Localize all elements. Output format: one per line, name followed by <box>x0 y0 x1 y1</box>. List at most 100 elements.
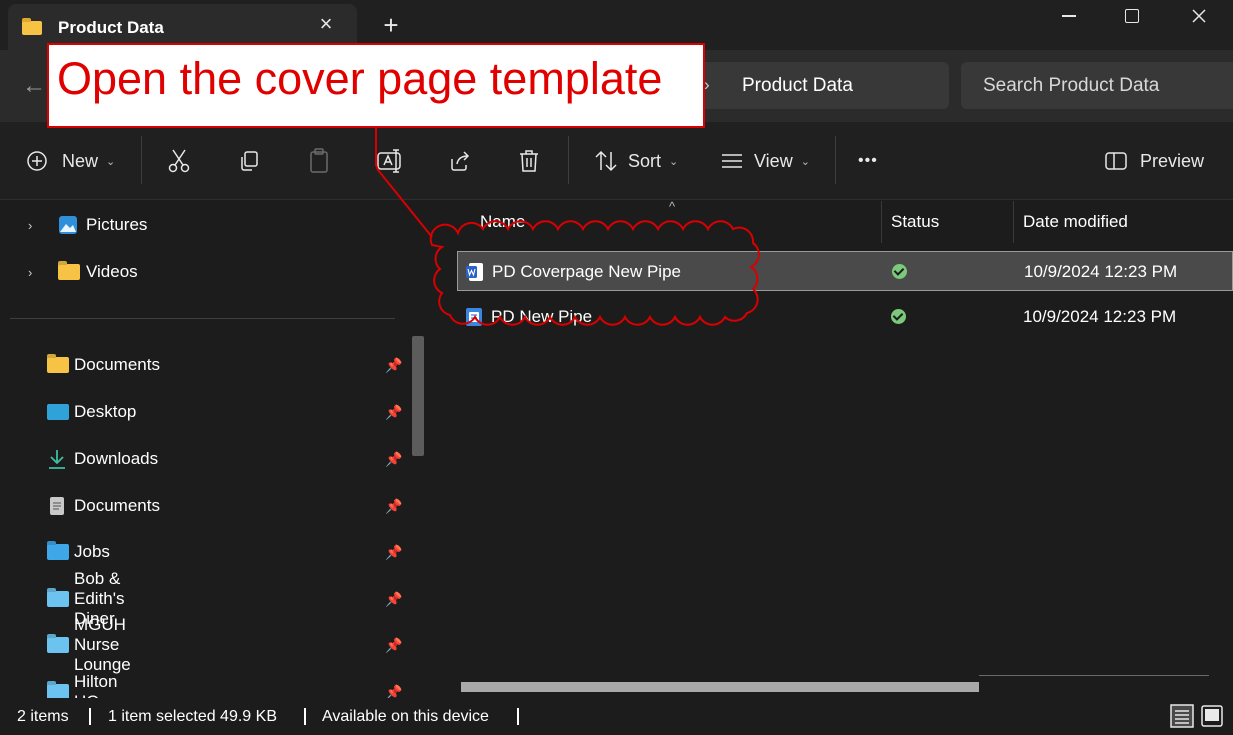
large-icons-view-icon[interactable] <box>1200 704 1224 728</box>
column-header-label: Date modified <box>1023 212 1128 231</box>
word-document-icon <box>466 263 483 281</box>
plus-circle-icon <box>27 151 47 171</box>
column-header-label: Status <box>891 212 940 231</box>
file-date: 10/9/2024 12:23 PM <box>1024 262 1178 281</box>
annotation-callout: Open the cover page template <box>47 43 705 128</box>
pin-icon[interactable]: 📌 <box>385 451 402 468</box>
pin-icon[interactable]: 📌 <box>385 404 402 421</box>
minimize-icon <box>1062 15 1076 17</box>
document-icon <box>466 308 482 326</box>
file-name: PD Coverpage New Pipe <box>492 262 681 281</box>
list-view-icon <box>722 154 742 168</box>
desktop-icon <box>47 404 69 420</box>
scissors-icon <box>168 149 190 173</box>
column-header-name[interactable]: Name <box>480 201 525 243</box>
videos-folder-icon <box>58 264 80 280</box>
rename-icon <box>377 149 401 173</box>
folder-icon <box>47 591 69 607</box>
sort-label: Sort <box>628 150 662 171</box>
sidebar-divider <box>10 318 395 319</box>
selection-info: 1 item selected 49.9 KB <box>108 708 277 725</box>
preview-pane-button[interactable]: Preview <box>1104 144 1204 178</box>
pin-icon[interactable]: 📌 <box>385 637 402 654</box>
column-header-date-modified[interactable]: Date modified <box>1023 201 1128 243</box>
item-count: 2 items <box>17 708 69 725</box>
sidebar-item-label: Jobs <box>74 542 110 561</box>
trash-icon <box>520 150 538 172</box>
breadcrumb[interactable]: › Product Data <box>690 62 949 109</box>
sidebar-item-label: Desktop <box>74 402 137 421</box>
copy-icon <box>241 151 258 171</box>
available-status-icon <box>891 309 906 324</box>
pin-icon[interactable]: 📌 <box>385 357 402 374</box>
share-button[interactable] <box>448 144 472 178</box>
folder-icon <box>22 18 42 35</box>
view-button[interactable]: View ⌄ <box>720 144 810 178</box>
sidebar-item-label: MGUH Nurse Lounge <box>74 615 131 674</box>
copy-button[interactable] <box>238 144 260 178</box>
column-divider[interactable] <box>1013 201 1014 243</box>
pin-icon[interactable]: 📌 <box>385 544 402 561</box>
navigation-pane: › Pictures › Videos Documents 📌 Desktop … <box>0 201 433 711</box>
more-options-button[interactable]: ••• <box>858 144 878 178</box>
search-input[interactable] <box>961 62 1233 109</box>
sidebar-item-label: Downloads <box>74 449 159 468</box>
new-button[interactable]: New ⌄ <box>26 144 115 178</box>
folder-icon <box>47 637 69 653</box>
command-bar: New ⌄ Sort ⌄ View ⌄ ••• Preview <box>0 122 1233 200</box>
sidebar-item-label: Documents <box>74 355 160 374</box>
status-separator <box>89 708 91 725</box>
view-label: View <box>754 150 793 171</box>
status-separator <box>304 708 306 725</box>
pin-icon[interactable]: 📌 <box>385 498 402 515</box>
chevron-down-icon: ⌄ <box>800 155 810 168</box>
breadcrumb-current-folder[interactable]: Product Data <box>742 75 853 97</box>
file-date: 10/9/2024 12:23 PM <box>1023 307 1177 326</box>
sidebar-scrollbar[interactable] <box>412 336 424 456</box>
pin-icon[interactable]: 📌 <box>385 591 402 608</box>
more-icon: ••• <box>858 152 878 169</box>
annotation-callout-text: Open the cover page template <box>57 53 663 104</box>
column-header-label: Name <box>480 212 526 231</box>
available-status-icon <box>892 264 907 279</box>
chevron-down-icon: ⌄ <box>106 155 116 168</box>
horizontal-scrollbar[interactable] <box>461 682 979 692</box>
chevron-right-icon[interactable]: › <box>28 218 32 233</box>
availability-status: Available on this device <box>322 708 489 725</box>
new-label: New <box>62 150 99 171</box>
close-icon <box>1192 9 1206 23</box>
delete-button[interactable] <box>518 144 540 178</box>
rename-button[interactable] <box>376 144 404 178</box>
preview-pane-icon <box>1105 152 1127 170</box>
scrollbar-track <box>979 675 1209 676</box>
maximize-button[interactable] <box>1098 0 1166 32</box>
toolbar-divider <box>835 136 836 184</box>
column-header-status[interactable]: Status <box>891 201 939 243</box>
maximize-icon <box>1125 9 1139 23</box>
close-tab-button[interactable]: × <box>314 12 338 36</box>
table-row[interactable]: PD New Pipe 10/9/2024 12:23 PM <box>457 297 1233 337</box>
cut-button[interactable] <box>168 144 190 178</box>
table-row[interactable]: PD Coverpage New Pipe 10/9/2024 12:23 PM <box>457 251 1233 291</box>
sort-button[interactable]: Sort ⌄ <box>594 144 678 178</box>
sidebar-item-label: Documents <box>74 496 160 515</box>
close-window-button[interactable] <box>1165 0 1233 32</box>
details-view-icon[interactable] <box>1170 704 1194 728</box>
column-divider[interactable] <box>881 201 882 243</box>
toolbar-divider <box>568 136 569 184</box>
sort-ascending-icon: ^ <box>669 199 676 214</box>
file-name: PD New Pipe <box>491 307 593 326</box>
minimize-button[interactable] <box>1035 0 1103 32</box>
search-box[interactable] <box>961 62 1233 109</box>
preview-label: Preview <box>1140 150 1205 171</box>
new-tab-button[interactable]: + <box>378 12 404 38</box>
sidebar-item-label: Videos <box>86 262 138 281</box>
toolbar-divider <box>141 136 142 184</box>
paste-button[interactable] <box>308 144 330 178</box>
status-bar: 2 items 1 item selected 49.9 KB Availabl… <box>0 698 1233 735</box>
chevron-right-icon[interactable]: › <box>28 265 32 280</box>
share-icon <box>451 151 470 171</box>
back-arrow-icon[interactable]: ← <box>22 72 46 100</box>
sidebar-item-label: Pictures <box>86 215 148 234</box>
sort-arrows-icon <box>595 150 617 172</box>
